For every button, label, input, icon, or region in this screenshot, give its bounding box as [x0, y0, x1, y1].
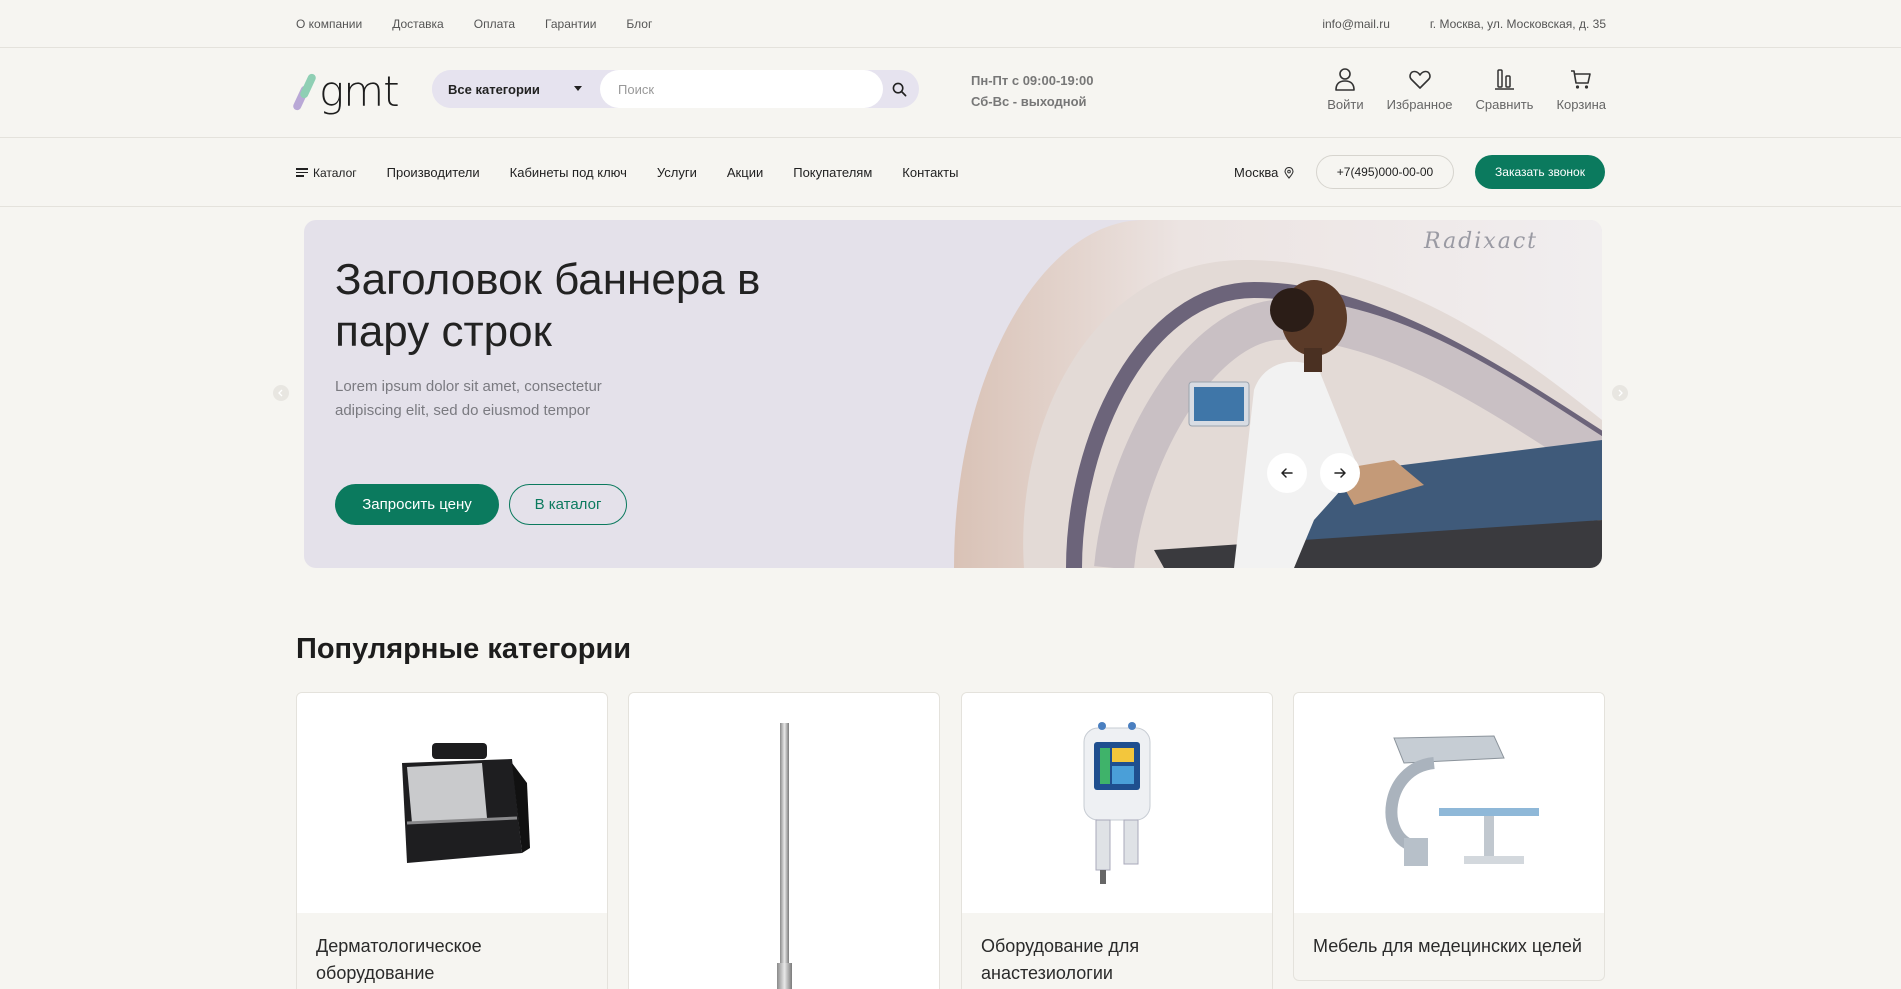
to-catalog-button[interactable]: В каталог	[509, 484, 627, 525]
nav-item-catalog[interactable]: Каталог	[296, 166, 357, 180]
nav-item-contacts[interactable]: Контакты	[902, 165, 958, 180]
slider-next-side-arrow[interactable]	[1612, 385, 1628, 401]
nav-item-services[interactable]: Услуги	[657, 165, 697, 180]
top-link-blog[interactable]: Блог	[626, 17, 652, 31]
svg-text:Radixact: Radixact	[1423, 229, 1538, 254]
top-link-about[interactable]: О компании	[296, 17, 362, 31]
search-icon	[892, 82, 906, 96]
phone-button[interactable]: +7(495)000-00-00	[1316, 155, 1454, 189]
nav-menu: Каталог Производители Кабинеты под ключ …	[296, 165, 988, 180]
top-link-warranty[interactable]: Гарантии	[545, 17, 596, 31]
category-card-anesthesiology[interactable]: Оборудование для анастезиологии	[961, 692, 1273, 989]
top-contacts: info@mail.ru г. Москва, ул. Московская, …	[1282, 17, 1606, 31]
search-bar: Все категории	[432, 70, 919, 108]
compare-label: Сравнить	[1475, 97, 1534, 112]
top-links: О компании Доставка Оплата Гарантии Блог	[296, 17, 682, 31]
nav-item-promotions[interactable]: Акции	[727, 165, 763, 180]
banner-photo-mri-scanner: Radixact	[954, 220, 1602, 568]
compare-bars-icon	[1494, 69, 1514, 90]
category-image	[297, 693, 607, 913]
banner-next-button[interactable]	[1320, 453, 1360, 493]
steel-rod-image	[777, 723, 792, 989]
category-card-dermatology[interactable]: Дерматологическое оборудование	[296, 692, 608, 989]
cart-button[interactable]: Корзина	[1556, 66, 1606, 112]
category-image	[962, 693, 1272, 913]
nav-item-turnkey[interactable]: Кабинеты под ключ	[510, 165, 627, 180]
category-select[interactable]: Все категории	[432, 70, 600, 108]
request-price-button[interactable]: Запросить цену	[335, 484, 499, 525]
category-name: Мебель для медецинских целей	[1313, 936, 1582, 956]
search-button[interactable]	[879, 70, 919, 108]
hours-weekend: Сб-Вс - выходной	[971, 94, 1087, 109]
heart-icon	[1408, 70, 1431, 89]
cart-label: Корзина	[1556, 97, 1606, 112]
chevron-left-icon	[278, 389, 283, 397]
nav-catalog-label: Каталог	[313, 165, 357, 180]
login-button[interactable]: Войти	[1327, 66, 1364, 112]
category-name: Дерматологическое оборудование	[316, 936, 482, 983]
logo[interactable]: gmt	[291, 67, 400, 116]
search-input[interactable]	[600, 70, 883, 108]
category-name: Оборудование для анастезиологии	[981, 936, 1140, 983]
top-link-payment[interactable]: Оплата	[474, 17, 515, 31]
location-pin-icon	[1284, 166, 1294, 179]
category-image	[629, 693, 939, 989]
top-email-link[interactable]: info@mail.ru	[1322, 17, 1390, 31]
main-nav: Каталог Производители Кабинеты под ключ …	[0, 138, 1901, 207]
menu-icon	[296, 166, 308, 179]
banner-prev-button[interactable]	[1267, 453, 1307, 493]
banner-title: Заголовок баннера в пару строк	[335, 255, 761, 356]
category-card-instrument[interactable]	[628, 692, 940, 989]
header: gmt Все категории Пн-Пт с 09:00-19:00 Сб…	[0, 48, 1901, 138]
nav-item-manufacturers[interactable]: Производители	[387, 165, 480, 180]
hero-banner: Заголовок баннера в пару строк Lorem ips…	[304, 220, 1602, 568]
caret-down-icon	[574, 86, 582, 91]
cart-icon	[1571, 70, 1592, 89]
top-link-delivery[interactable]: Доставка	[392, 17, 444, 31]
login-label: Войти	[1327, 97, 1364, 112]
header-actions: Войти Избранное Сравнить Корзина	[1304, 66, 1606, 112]
city-selector[interactable]: Москва	[1234, 165, 1295, 180]
slider-prev-side-arrow[interactable]	[273, 385, 289, 401]
popular-categories-title: Популярные категории	[296, 633, 632, 665]
medical-bag-image	[402, 743, 530, 863]
callback-button[interactable]: Заказать звонок	[1475, 155, 1605, 189]
banner-description: Lorem ipsum dolor sit amet, consectetur …	[335, 378, 602, 419]
working-hours: Пн-Пт с 09:00-19:00 Сб-Вс - выходной	[971, 70, 1094, 112]
arrow-left-icon	[1281, 468, 1293, 478]
arrow-right-icon	[1334, 468, 1346, 478]
nav-item-buyers[interactable]: Покупателям	[793, 165, 872, 180]
hours-weekdays: Пн-Пт с 09:00-19:00	[971, 73, 1094, 88]
user-icon	[1335, 68, 1356, 91]
category-card-furniture[interactable]: Мебель для медецинских целей	[1293, 692, 1605, 981]
compare-button[interactable]: Сравнить	[1475, 66, 1534, 112]
top-bar: О компании Доставка Оплата Гарантии Блог…	[0, 0, 1901, 48]
logo-mark-icon	[291, 71, 318, 113]
logo-text: gmt	[319, 67, 400, 116]
favorites-button[interactable]: Избранное	[1387, 66, 1453, 112]
chevron-right-icon	[1618, 389, 1623, 397]
c-arm-table-image	[1385, 735, 1539, 866]
category-select-label: Все категории	[448, 81, 540, 97]
infusion-device-image	[1083, 722, 1151, 884]
top-address: г. Москва, ул. Московская, д. 35	[1429, 17, 1606, 31]
category-image	[1294, 693, 1604, 913]
city-label: Москва	[1234, 165, 1279, 180]
favorites-label: Избранное	[1386, 97, 1453, 112]
